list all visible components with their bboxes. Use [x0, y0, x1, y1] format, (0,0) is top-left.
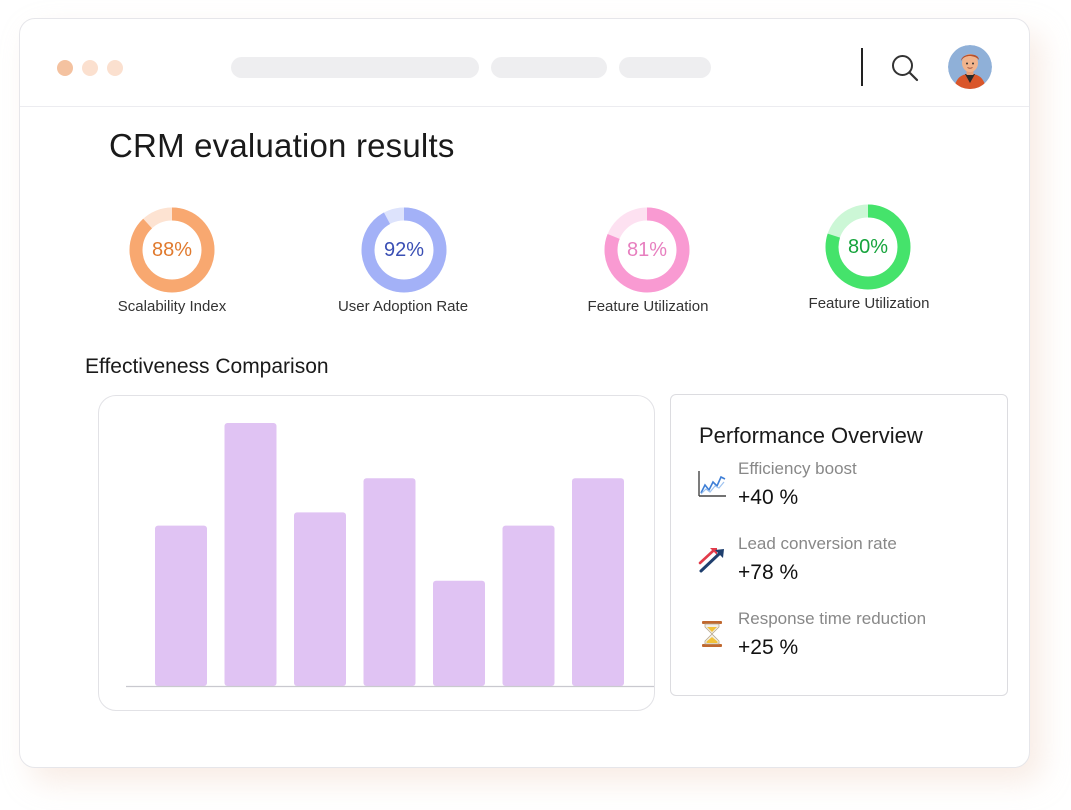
perf-item-lead-conversion: Lead conversion rate +78 % — [697, 534, 997, 594]
metric-percent: 88% — [151, 239, 193, 261]
metric-donut-feature-utilization-2: 80% — [824, 203, 912, 291]
metric-label: User Adoption Rate — [337, 298, 469, 315]
window-dot-1[interactable] — [57, 60, 73, 76]
perf-item-name: Efficiency boost — [738, 459, 857, 478]
window-dot-3[interactable] — [107, 60, 123, 76]
metric-percent: 80% — [847, 236, 889, 258]
perf-item-value: +25 % — [738, 636, 799, 659]
toolbar-divider — [861, 48, 863, 86]
avatar[interactable] — [948, 45, 992, 89]
chart-bar-6 — [502, 525, 555, 686]
performance-overview-card: Performance Overview Efficiency boost +4… — [670, 394, 1008, 696]
app-window: CRM evaluation results 88% Scalability I… — [19, 18, 1030, 768]
perf-item-value: +78 % — [738, 561, 799, 584]
chart-bar-3 — [294, 512, 346, 686]
metric-label: Feature Utilization — [808, 295, 930, 312]
trend-arrows-icon — [697, 544, 727, 574]
chart-bar-4 — [363, 478, 416, 686]
metric-label: Scalability Index — [117, 298, 227, 315]
section-title: Effectiveness Comparison — [85, 355, 329, 378]
nav-placeholder-3[interactable] — [619, 57, 711, 78]
chart-bar-5 — [433, 580, 485, 686]
metric-percent: 81% — [626, 239, 668, 261]
metric-donut-scalability: 88% — [128, 206, 216, 294]
perf-item-value: +40 % — [738, 486, 799, 509]
metric-label: Feature Utilization — [587, 298, 709, 315]
perf-item-name: Response time reduction — [738, 609, 927, 628]
chart-bar-7 — [572, 478, 624, 686]
chart-bar-2 — [224, 423, 277, 686]
perf-item-efficiency: Efficiency boost +40 % — [697, 459, 997, 519]
window-dot-2[interactable] — [82, 60, 98, 76]
title-bar — [20, 19, 1029, 107]
line-chart-icon — [697, 469, 727, 499]
effectiveness-chart — [98, 395, 655, 711]
metric-percent: 92% — [383, 239, 425, 261]
chart-bar-1 — [155, 525, 207, 686]
metric-donut-user-adoption: 92% — [360, 206, 448, 294]
perf-item-name: Lead conversion rate — [738, 534, 897, 553]
hourglass-icon — [697, 619, 727, 649]
page-title: CRM evaluation results — [109, 127, 455, 164]
nav-placeholder-1[interactable] — [231, 57, 479, 78]
perf-item-response-time: Response time reduction +25 % — [697, 609, 997, 669]
search-icon[interactable] — [890, 53, 920, 83]
performance-title: Performance Overview — [699, 423, 923, 448]
metric-donut-feature-utilization-1: 81% — [603, 206, 691, 294]
bar-chart-svg — [126, 423, 654, 688]
nav-placeholder-2[interactable] — [491, 57, 607, 78]
